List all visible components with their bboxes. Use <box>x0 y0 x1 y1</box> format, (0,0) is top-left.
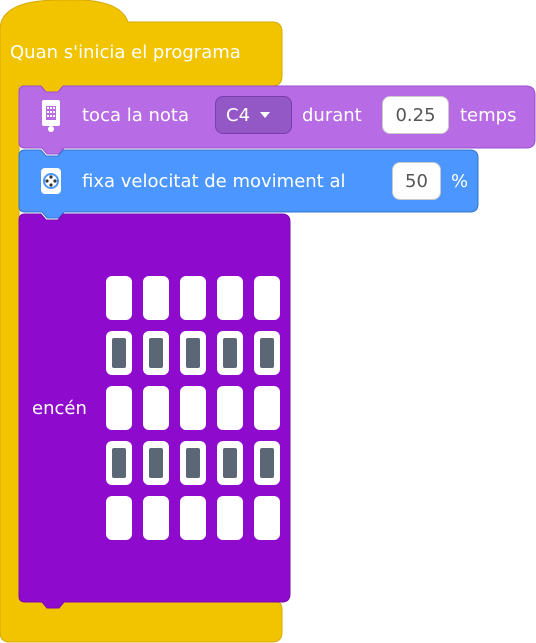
duration-text: durant <box>302 105 362 126</box>
led-pixel[interactable] <box>143 496 169 540</box>
hub-matrix-icon <box>38 98 64 134</box>
motor-wheel-icon <box>38 166 64 196</box>
led-pixel[interactable] <box>143 386 169 430</box>
led-pixel[interactable] <box>143 331 169 375</box>
led-pixel[interactable] <box>180 441 206 485</box>
led-pixel[interactable] <box>180 496 206 540</box>
led-pixel[interactable] <box>254 276 280 320</box>
led-pixel[interactable] <box>254 441 280 485</box>
led-pixel[interactable] <box>217 386 243 430</box>
chevron-down-icon <box>260 112 271 118</box>
percent-text: % <box>451 171 469 192</box>
program-start-label: Quan s'inicia el programa <box>10 42 241 63</box>
led-pixel[interactable] <box>217 331 243 375</box>
led-pixel[interactable] <box>106 496 132 540</box>
led-pixel[interactable] <box>180 386 206 430</box>
led-pixel[interactable] <box>143 441 169 485</box>
led-pixel[interactable] <box>254 331 280 375</box>
beats-text: temps <box>460 105 517 126</box>
led-pixel[interactable] <box>180 276 206 320</box>
led-matrix[interactable] <box>106 276 282 542</box>
note-dropdown[interactable]: C4 <box>215 96 292 134</box>
note-value: C4 <box>226 104 251 126</box>
led-pixel[interactable] <box>217 276 243 320</box>
led-pixel[interactable] <box>106 386 132 430</box>
led-pixel[interactable] <box>106 441 132 485</box>
set-speed-text: fixa velocitat de moviment al <box>82 171 346 192</box>
speed-input[interactable]: 50 <box>392 162 441 200</box>
light-up-label: encén <box>32 398 87 419</box>
led-pixel[interactable] <box>106 276 132 320</box>
led-pixel[interactable] <box>217 496 243 540</box>
led-pixel[interactable] <box>254 496 280 540</box>
led-pixel[interactable] <box>217 441 243 485</box>
play-note-text: toca la nota <box>82 105 189 126</box>
led-pixel[interactable] <box>180 331 206 375</box>
led-pixel[interactable] <box>106 331 132 375</box>
led-pixel[interactable] <box>143 276 169 320</box>
duration-input[interactable]: 0.25 <box>382 96 449 134</box>
led-pixel[interactable] <box>254 386 280 430</box>
